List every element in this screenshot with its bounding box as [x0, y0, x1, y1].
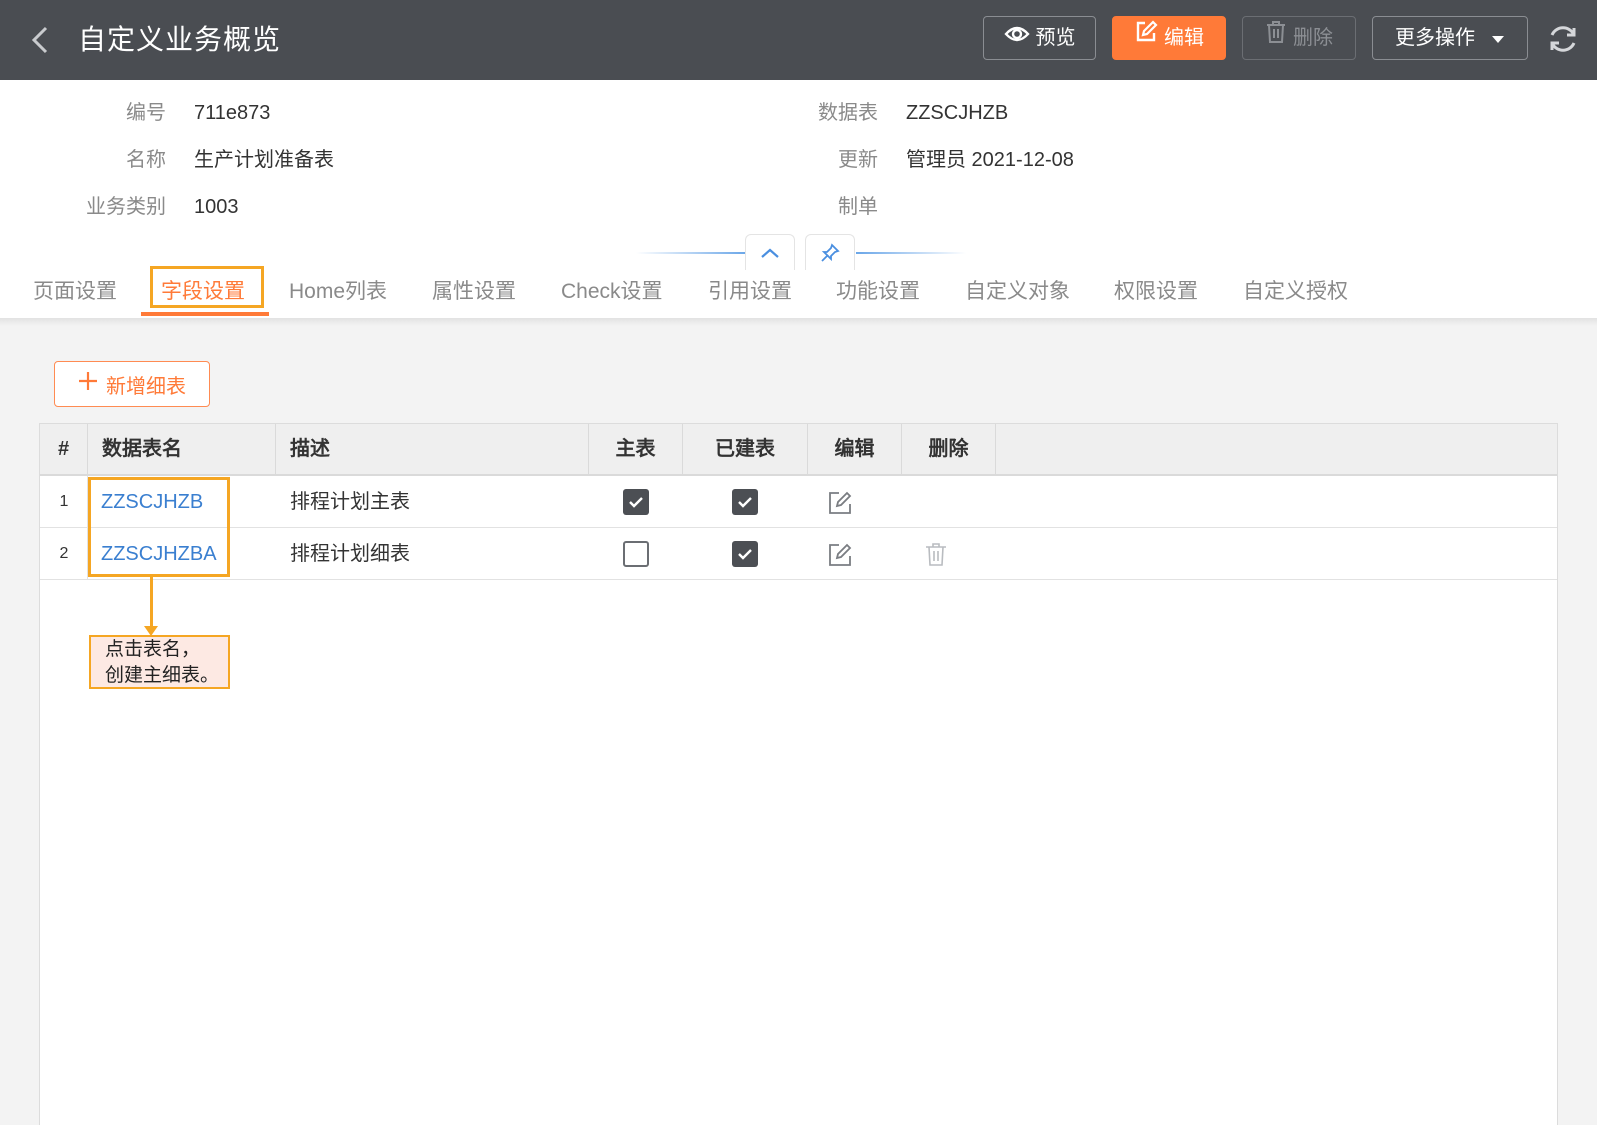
table-name-link[interactable]: ZZSCJHZB: [101, 476, 203, 528]
table-row: 1 ZZSCJHZB 排程计划主表: [40, 476, 1557, 528]
info-value-updated: 管理员 2021-12-08: [906, 149, 1074, 171]
table-header: # 数据表名 描述 主表 已建表 编辑 删除: [40, 424, 1557, 476]
info-label-category: 业务类别: [86, 196, 166, 218]
info-value-datatable: ZZSCJHZB: [906, 102, 1009, 124]
collapse-divider-left: [636, 252, 746, 254]
tab-function-settings[interactable]: 功能设置: [836, 270, 920, 318]
preview-label: 预览: [1035, 27, 1076, 49]
info-label-updated: 更新: [838, 149, 878, 171]
row-separator: [87, 476, 88, 528]
top-bar: 自定义业务概览 预览 编辑 删除 更多操作: [0, 0, 1597, 80]
eye-icon: [1003, 17, 1030, 59]
tab-field-settings[interactable]: 字段设置: [161, 270, 245, 318]
column-header-description: 描述: [276, 424, 589, 474]
table-name-link[interactable]: ZZSCJHZBA: [101, 528, 217, 580]
built-checkbox[interactable]: [732, 541, 758, 567]
column-header-table-name: 数据表名: [88, 424, 276, 474]
row-index: 2: [59, 545, 69, 562]
info-value-category: 1003: [194, 196, 239, 218]
tab-permission-settings[interactable]: 权限设置: [1114, 270, 1198, 318]
tab-reference-settings[interactable]: 引用设置: [708, 270, 792, 318]
active-tab-indicator: [141, 312, 269, 316]
row-separator: [87, 528, 88, 580]
is-main-checkbox[interactable]: [623, 489, 649, 515]
column-header-is-main: 主表: [589, 424, 683, 474]
plus-icon: [78, 371, 98, 397]
collapse-divider-right: [856, 252, 966, 254]
add-detail-table-button[interactable]: 新增细表: [54, 361, 210, 407]
info-label-datatable: 数据表: [818, 102, 878, 124]
info-panel: 编号 711e873 名称 生产计划准备表 业务类别 1003 数据表 ZZSC…: [0, 80, 1597, 318]
row-index: 1: [59, 493, 69, 510]
info-label-creator: 制单: [838, 196, 878, 218]
annotation-line-2: 创建主细表。: [105, 665, 220, 686]
tab-custom-authorization[interactable]: 自定义授权: [1243, 270, 1348, 318]
table-description: 排程计划主表: [290, 491, 410, 513]
info-label-code: 编号: [126, 102, 166, 124]
page-title: 自定义业务概览: [78, 24, 282, 55]
edit-label: 编辑: [1164, 27, 1204, 49]
more-actions-label: 更多操作: [1395, 27, 1475, 49]
delete-button[interactable]: 删除: [1242, 16, 1356, 60]
tab-bar: 页面设置 字段设置 Home列表 属性设置 Check设置 引用设置 功能设置 …: [0, 270, 1597, 318]
delete-label: 删除: [1293, 27, 1333, 49]
column-header-edit: 编辑: [808, 424, 902, 474]
built-checkbox[interactable]: [732, 489, 758, 515]
pin-icon[interactable]: [805, 234, 855, 270]
refresh-icon[interactable]: [1546, 22, 1580, 56]
tab-home-list[interactable]: Home列表: [289, 270, 387, 318]
info-value-code: 711e873: [194, 102, 271, 124]
trash-icon: [1265, 17, 1287, 59]
more-actions-dropdown[interactable]: 更多操作: [1372, 16, 1528, 60]
is-main-checkbox[interactable]: [623, 541, 649, 567]
column-header-delete: 删除: [902, 424, 996, 474]
data-table: # 数据表名 描述 主表 已建表 编辑 删除 1 ZZSCJHZB 排程计划主表…: [39, 423, 1558, 1125]
edit-button[interactable]: 编辑: [1112, 16, 1226, 60]
tab-page-settings[interactable]: 页面设置: [33, 270, 117, 318]
info-label-name: 名称: [126, 149, 166, 171]
back-icon[interactable]: [26, 22, 56, 58]
add-detail-label: 新增细表: [106, 375, 186, 398]
callout-arrow-line: [150, 577, 153, 629]
table-description: 排程计划细表: [290, 543, 410, 565]
column-header-index: #: [40, 424, 88, 474]
column-header-built: 已建表: [683, 424, 808, 474]
tab-check-settings[interactable]: Check设置: [561, 270, 663, 318]
tab-property-settings[interactable]: 属性设置: [432, 270, 516, 318]
trash-icon[interactable]: [924, 541, 948, 572]
annotation-line-1: 点击表名，: [105, 639, 201, 660]
annotation-callout: 点击表名， 创建主细表。: [89, 635, 230, 689]
edit-icon[interactable]: [827, 542, 853, 573]
tab-custom-object[interactable]: 自定义对象: [965, 270, 1070, 318]
edit-icon[interactable]: [827, 490, 853, 521]
info-value-name: 生产计划准备表: [194, 149, 334, 171]
preview-button[interactable]: 预览: [983, 16, 1096, 60]
table-row: 2 ZZSCJHZBA 排程计划细表: [40, 528, 1557, 580]
edit-icon: [1134, 17, 1158, 59]
caret-down-icon: [1491, 17, 1505, 59]
chevron-up-icon[interactable]: [745, 234, 795, 270]
panel-shadow: [0, 318, 1597, 326]
